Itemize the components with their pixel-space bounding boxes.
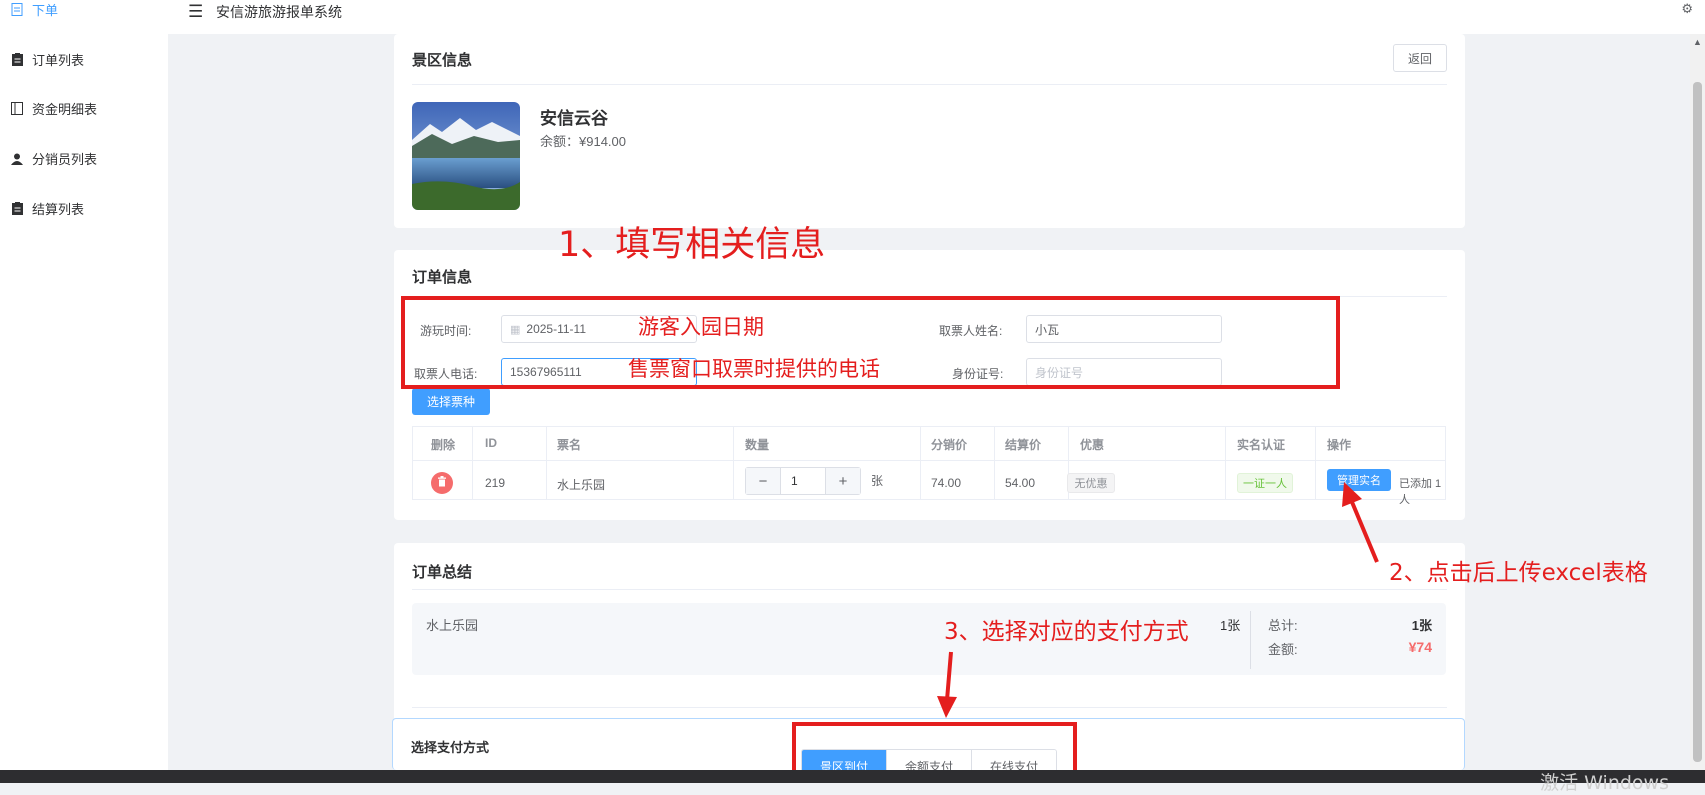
windows-activation-watermark: 激活 Windows — [1540, 772, 1669, 794]
arrow-to-payment — [945, 651, 953, 701]
os-taskbar — [0, 770, 1705, 783]
arrow-to-manage-button — [1350, 501, 1379, 563]
annotation-arrows — [937, 482, 1379, 718]
arrow-head — [937, 696, 957, 718]
